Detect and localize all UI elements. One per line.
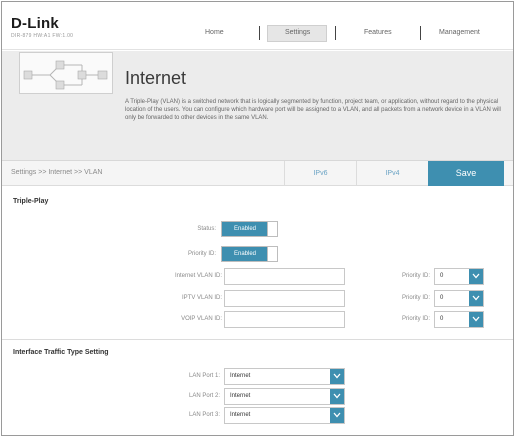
ipv4-link[interactable]: IPv4 xyxy=(356,161,428,186)
breadcrumb[interactable]: Settings >> Internet >> VLAN xyxy=(11,169,102,176)
iptv-priority-id-value: 0 xyxy=(440,295,444,301)
page-description: A Triple-Play (VLAN) is a switched netwo… xyxy=(125,99,501,121)
status-toggle-value: Enabled xyxy=(222,222,268,236)
nav-settings[interactable]: Settings xyxy=(285,29,310,36)
section-title-triple-play: Triple-Play xyxy=(13,198,49,205)
internet-vlan-id-input[interactable] xyxy=(224,268,345,285)
priority-id-label: Priority ID: xyxy=(187,251,216,257)
lan-port-3-select[interactable]: Internet xyxy=(224,407,345,424)
nav-separator xyxy=(335,26,336,40)
lan-port-3-value: Internet xyxy=(230,412,251,418)
chevron-down-icon xyxy=(330,369,344,384)
nav-features[interactable]: Features xyxy=(364,29,392,36)
iptv-priority-id-label: Priority ID: xyxy=(401,295,430,301)
page-title: Internet xyxy=(125,68,187,88)
nav-separator xyxy=(259,26,260,40)
nav-management[interactable]: Management xyxy=(439,29,480,36)
nav-separator xyxy=(420,26,421,40)
voip-priority-id-select[interactable]: 0 xyxy=(434,311,484,328)
internet-vlan-id-label: Internet VLAN ID: xyxy=(174,273,222,279)
lan-port-1-label: LAN Port 1: xyxy=(188,373,220,379)
lan-port-1-select[interactable]: Internet xyxy=(224,368,345,385)
lan-port-1-value: Internet xyxy=(230,373,251,379)
section-title-interface-traffic: Interface Traffic Type Setting xyxy=(13,349,109,356)
chevron-down-icon xyxy=(469,269,483,284)
voip-vlan-id-label: VOIP VLAN ID: xyxy=(181,316,222,322)
lan-port-2-select[interactable]: Internet xyxy=(224,388,345,405)
nav-home[interactable]: Home xyxy=(205,29,224,36)
voip-priority-id-value: 0 xyxy=(440,316,444,322)
internet-priority-id-value: 0 xyxy=(440,273,444,279)
priority-id-toggle[interactable]: Enabled xyxy=(221,246,278,262)
chevron-down-icon xyxy=(469,312,483,327)
chevron-down-icon xyxy=(330,408,344,423)
router-settings-window: D-Link DIR-879 HW:A1 FW:1.00 Home Settin… xyxy=(1,1,514,436)
status-toggle[interactable]: Enabled xyxy=(221,221,278,237)
lan-port-2-value: Internet xyxy=(230,393,251,399)
top-bar xyxy=(2,2,513,50)
iptv-vlan-id-label: IPTV VLAN ID: xyxy=(181,295,222,301)
network-diagram-icon xyxy=(19,52,113,94)
status-label: Status: xyxy=(197,226,216,232)
voip-priority-id-label: Priority ID: xyxy=(401,316,430,322)
priority-id-toggle-value: Enabled xyxy=(222,247,268,261)
internet-priority-id-select[interactable]: 0 xyxy=(434,268,484,285)
iptv-vlan-id-input[interactable] xyxy=(224,290,345,307)
chevron-down-icon xyxy=(330,389,344,404)
voip-vlan-id-input[interactable] xyxy=(224,311,345,328)
model-info: DIR-879 HW:A1 FW:1.00 xyxy=(11,33,74,39)
ipv6-link[interactable]: IPv6 xyxy=(284,161,356,186)
chevron-down-icon xyxy=(469,291,483,306)
dlink-logo[interactable]: D-Link xyxy=(11,15,59,32)
lan-port-2-label: LAN Port 2: xyxy=(188,393,220,399)
internet-priority-id-label: Priority ID: xyxy=(401,273,430,279)
iptv-priority-id-select[interactable]: 0 xyxy=(434,290,484,307)
save-button[interactable]: Save xyxy=(428,161,504,186)
lan-port-3-label: LAN Port 3: xyxy=(188,412,220,418)
section-divider xyxy=(2,339,513,340)
toggle-knob xyxy=(267,222,277,236)
toggle-knob xyxy=(267,247,277,261)
